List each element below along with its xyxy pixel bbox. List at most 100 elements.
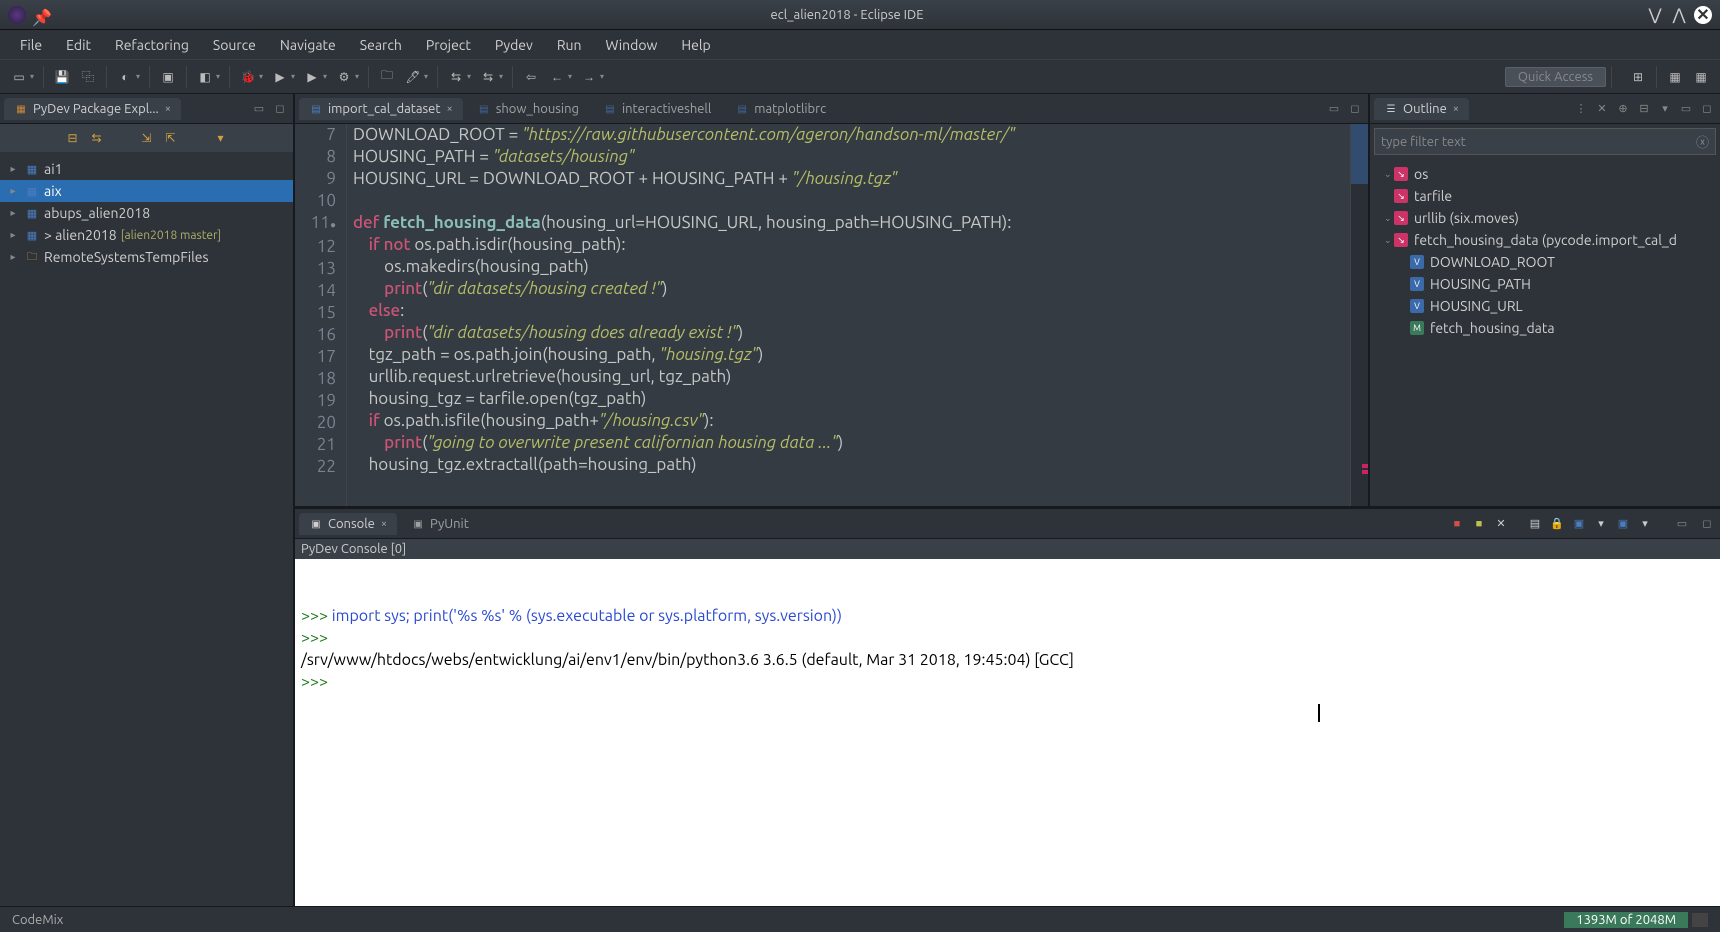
close-button[interactable]: ✕ xyxy=(1694,6,1712,24)
gc-icon[interactable] xyxy=(1692,913,1708,927)
import-button[interactable]: ⇲ xyxy=(138,129,156,147)
back-button[interactable]: ← xyxy=(546,66,568,88)
console-tab-pyunit[interactable]: ▣PyUnit xyxy=(401,513,479,535)
pin-console-button[interactable]: ▣ xyxy=(1570,515,1588,533)
terminal-button[interactable]: ▣ xyxy=(157,66,179,88)
overview-ruler[interactable] xyxy=(1350,124,1368,506)
outline-item-housing_url[interactable]: VHOUSING_URL xyxy=(1370,295,1720,317)
pin-icon[interactable]: 📌 xyxy=(32,8,46,22)
last-edit-button[interactable]: ⇦ xyxy=(520,66,542,88)
editor-tab-import_cal_dataset[interactable]: ▤import_cal_dataset× xyxy=(299,98,463,120)
new-console-button[interactable]: ▾ xyxy=(1636,515,1654,533)
pydev-perspective-button[interactable]: ▦ xyxy=(1690,66,1712,88)
close-icon[interactable]: × xyxy=(165,103,171,115)
editor-tab-matplotlibrc[interactable]: ▤matplotlibrc xyxy=(725,98,836,120)
outline-item-urllib[interactable]: ⌄↘urllib (six.moves) xyxy=(1370,207,1720,229)
tree-item-abupsalien2018[interactable]: ▸▦abups_alien2018 xyxy=(0,202,293,224)
outline-item-tarfile[interactable]: ↘tarfile xyxy=(1370,185,1720,207)
editor-tab-show_housing[interactable]: ▤show_housing xyxy=(467,98,589,120)
close-icon[interactable]: × xyxy=(1453,103,1459,115)
dropdown-icon[interactable]: ▾ xyxy=(136,72,144,81)
maximize-view-button[interactable]: ◻ xyxy=(1346,100,1364,118)
dropdown-icon[interactable]: ▾ xyxy=(568,72,576,81)
java-perspective-button[interactable]: ▦ xyxy=(1664,66,1686,88)
menu-help[interactable]: Help xyxy=(669,33,722,57)
dropdown-icon[interactable]: ▾ xyxy=(355,72,363,81)
search-button[interactable]: 🖊 xyxy=(402,66,424,88)
menu-pydev[interactable]: Pydev xyxy=(483,33,545,57)
expand-icon[interactable]: ▸ xyxy=(6,185,20,197)
minimize-view-button[interactable]: ▭ xyxy=(1677,100,1695,118)
menu-refactoring[interactable]: Refactoring xyxy=(103,33,201,57)
maximize-view-button[interactable]: ◻ xyxy=(271,100,289,118)
open-console-button[interactable]: ▣ xyxy=(1614,515,1632,533)
tree-item-alien2018[interactable]: ▸▦> alien2018 [alien2018 master] xyxy=(0,224,293,246)
expand-icon[interactable]: ▸ xyxy=(6,251,20,263)
menu-run[interactable]: Run xyxy=(545,33,594,57)
console-output[interactable]: >>> import sys; print('%s %s' % (sys.exe… xyxy=(295,559,1720,906)
editor-tab-interactiveshell[interactable]: ▤interactiveshell xyxy=(593,98,721,120)
expand-icon[interactable]: ⌄ xyxy=(1384,213,1394,224)
code-editor[interactable]: 7891011●1213141516171819202122 DOWNLOAD_… xyxy=(295,124,1368,506)
maximize-view-button[interactable]: ◻ xyxy=(1698,100,1716,118)
dropdown-icon[interactable]: ▾ xyxy=(424,72,432,81)
menu-navigate[interactable]: Navigate xyxy=(268,33,348,57)
clear-icon[interactable]: ⓧ xyxy=(1696,132,1709,151)
export-button[interactable]: ⇱ xyxy=(162,129,180,147)
view-menu-button[interactable]: ▾ xyxy=(212,129,230,147)
menu-window[interactable]: Window xyxy=(594,33,670,57)
tab-outline[interactable]: ☰ Outline × xyxy=(1374,98,1469,120)
menu-source[interactable]: Source xyxy=(201,33,268,57)
code-content[interactable]: DOWNLOAD_ROOT = "https://raw.githubuserc… xyxy=(347,124,1350,506)
minimize-view-button[interactable]: ▭ xyxy=(1325,100,1343,118)
outline-item-fetch_housing_data[interactable]: Mfetch_housing_data xyxy=(1370,317,1720,339)
dropdown-icon[interactable]: ▾ xyxy=(30,72,38,81)
close-icon[interactable]: × xyxy=(381,518,387,530)
expand-icon[interactable]: ▸ xyxy=(6,163,20,175)
dropdown-icon[interactable]: ▾ xyxy=(467,72,475,81)
expand-icon[interactable]: ⌄ xyxy=(1384,169,1394,180)
dropdown-icon[interactable]: ▾ xyxy=(216,72,224,81)
display-console-button[interactable]: ▾ xyxy=(1592,515,1610,533)
minimize-button[interactable]: ⋁ xyxy=(1646,6,1664,24)
debug-button[interactable]: 🐞 xyxy=(237,66,259,88)
nav-button[interactable]: ⇆ xyxy=(477,66,499,88)
hide-button[interactable]: ⊟ xyxy=(1635,100,1653,118)
scroll-lock-button[interactable]: 🔒 xyxy=(1548,515,1566,533)
minimize-view-button[interactable]: ▭ xyxy=(1673,515,1691,533)
outline-item-fetch_housing_data[interactable]: ⌄↘fetch_housing_data (pycode.import_cal_… xyxy=(1370,229,1720,251)
outline-item-download_root[interactable]: VDOWNLOAD_ROOT xyxy=(1370,251,1720,273)
tree-item-aix[interactable]: ▸▦aix xyxy=(0,180,293,202)
coverage-button[interactable]: ▶ xyxy=(301,66,323,88)
menu-edit[interactable]: Edit xyxy=(54,33,103,57)
terminate-button[interactable]: ■ xyxy=(1448,515,1466,533)
new-button[interactable]: ▭ xyxy=(8,66,30,88)
view-menu-button[interactable]: ▾ xyxy=(1656,100,1674,118)
collapse-all-button[interactable]: ⊟ xyxy=(64,129,82,147)
link-editor-button[interactable]: ⇆ xyxy=(88,129,106,147)
run-button[interactable]: ▶ xyxy=(269,66,291,88)
expand-icon[interactable]: ▸ xyxy=(6,229,20,241)
open-perspective-button[interactable]: ⊞ xyxy=(1627,66,1649,88)
build-button[interactable]: ◧ xyxy=(194,66,216,88)
quick-access-input[interactable]: Quick Access xyxy=(1505,67,1606,87)
terminate-all-button[interactable]: ■ xyxy=(1470,515,1488,533)
open-folder-button[interactable]: 🗀 xyxy=(376,66,398,88)
filter-button[interactable]: ⊕ xyxy=(1614,100,1632,118)
expand-icon[interactable]: ▸ xyxy=(6,207,20,219)
memory-indicator[interactable]: 1393M of 2048M xyxy=(1564,912,1688,928)
close-icon[interactable]: × xyxy=(446,103,452,115)
outline-filter-input[interactable]: type filter text ⓧ xyxy=(1374,128,1716,155)
menu-project[interactable]: Project xyxy=(414,33,483,57)
maximize-view-button[interactable]: ◻ xyxy=(1698,515,1716,533)
dropdown-icon[interactable]: ▾ xyxy=(499,72,507,81)
tab-pkg-explorer[interactable]: ▦ PyDev Package Expl... × xyxy=(4,98,181,120)
menu-file[interactable]: File xyxy=(8,33,54,57)
tree-item-remotesystemstempfiles[interactable]: ▸🗀RemoteSystemsTempFiles xyxy=(0,246,293,268)
dropdown-icon[interactable]: ▾ xyxy=(291,72,299,81)
menu-search[interactable]: Search xyxy=(348,33,414,57)
filter-button[interactable]: ✕ xyxy=(1593,100,1611,118)
tree-item-ai1[interactable]: ▸▦ai1 xyxy=(0,158,293,180)
maximize-button[interactable]: ⋀ xyxy=(1670,6,1688,24)
external-button[interactable]: ⚙ xyxy=(333,66,355,88)
